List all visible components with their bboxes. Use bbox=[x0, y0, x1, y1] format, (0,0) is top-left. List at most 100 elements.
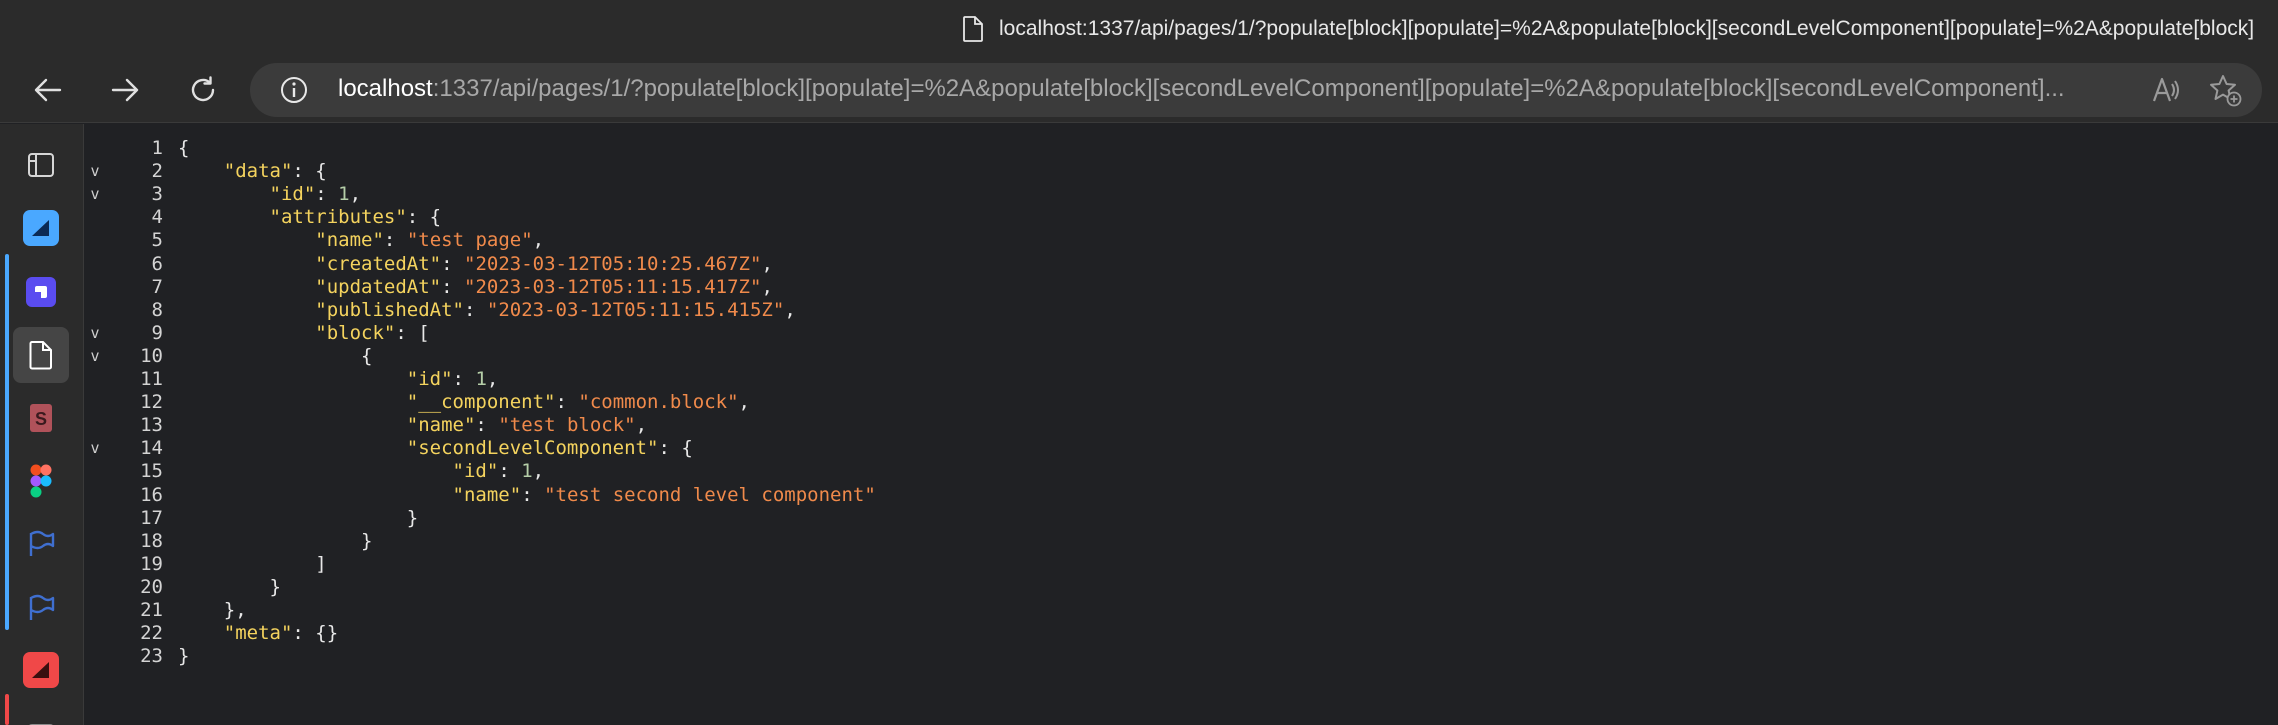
json-punctuation bbox=[178, 391, 407, 413]
line-number: 13 bbox=[140, 414, 163, 437]
json-punctuation bbox=[178, 460, 453, 482]
json-punctuation: , bbox=[532, 229, 545, 252]
json-punctuation bbox=[178, 229, 315, 251]
fold-toggle-icon[interactable]: v bbox=[85, 437, 105, 460]
fold-toggle-icon[interactable]: v bbox=[85, 345, 105, 368]
code-text: }, bbox=[178, 599, 247, 622]
line-number: 1 bbox=[151, 137, 163, 159]
json-punctuation: , bbox=[761, 275, 773, 298]
json-punctuation bbox=[178, 414, 407, 436]
json-key: "secondLevelComponent" bbox=[406, 437, 659, 460]
refresh-button[interactable] bbox=[180, 67, 226, 113]
json-punctuation bbox=[178, 368, 407, 390]
code-line: 20 } bbox=[85, 576, 2185, 599]
fold-toggle-icon[interactable]: v bbox=[85, 183, 105, 206]
fold-toggle-icon[interactable]: v bbox=[85, 160, 105, 183]
code-text: } bbox=[178, 507, 418, 530]
sidebar-tab-7[interactable] bbox=[13, 580, 69, 636]
sidebar-tab-2[interactable] bbox=[13, 264, 69, 320]
sidebar-tab-1[interactable] bbox=[13, 200, 69, 256]
url-text[interactable]: localhost:1337/api/pages/1/?populate[blo… bbox=[338, 75, 2118, 103]
fold-toggle-icon[interactable]: v bbox=[85, 322, 105, 345]
sidebar-tab-6[interactable] bbox=[13, 516, 69, 572]
json-punctuation: , bbox=[635, 414, 648, 437]
forward-button[interactable] bbox=[102, 67, 148, 113]
document-icon bbox=[29, 341, 52, 370]
code-text: "attributes": { bbox=[178, 206, 442, 229]
json-punctuation: : bbox=[521, 483, 545, 506]
sidebar-tab-4[interactable]: S bbox=[13, 390, 69, 446]
app-icon-purple bbox=[26, 277, 56, 307]
code-text: "secondLevelComponent": { bbox=[178, 437, 693, 460]
code-line: 21 }, bbox=[85, 599, 2185, 622]
refresh-icon bbox=[191, 76, 215, 102]
sidebar-tab-active[interactable] bbox=[13, 327, 69, 383]
line-number: 21 bbox=[140, 599, 163, 621]
code-line: v 14 "secondLevelComponent": { bbox=[85, 437, 2185, 460]
title-bar: localhost:1337/api/pages/1/?populate[blo… bbox=[0, 0, 2278, 57]
json-number-value: 1 bbox=[521, 460, 533, 483]
code-text: ] bbox=[178, 553, 326, 576]
code-line: 18 } bbox=[85, 530, 2185, 553]
tab-group-indicator-red bbox=[5, 694, 9, 725]
code-text: "createdAt": "2023-03-12T05:10:25.467Z", bbox=[178, 253, 773, 276]
address-bar[interactable]: localhost:1337/api/pages/1/?populate[blo… bbox=[250, 63, 2262, 117]
json-punctuation: : bbox=[315, 183, 339, 206]
read-aloud-icon[interactable] bbox=[2150, 74, 2182, 106]
json-key: "name" bbox=[315, 229, 384, 252]
line-number: 20 bbox=[140, 575, 163, 598]
json-key: "id" bbox=[406, 368, 453, 390]
line-number: 4 bbox=[151, 206, 163, 229]
line-number: 9 bbox=[151, 321, 163, 344]
add-favorite-icon[interactable] bbox=[2208, 73, 2242, 107]
code-line: 1{ bbox=[85, 137, 2185, 160]
json-punctuation: : bbox=[441, 275, 465, 298]
code-text: "id": 1, bbox=[178, 183, 362, 206]
code-line: 23} bbox=[85, 645, 2185, 668]
code-line: 7 "updatedAt": "2023-03-12T05:11:15.417Z… bbox=[85, 276, 2185, 299]
json-string-value: "2023-03-12T05:10:25.467Z" bbox=[464, 252, 762, 275]
code-line: 4 "attributes": { bbox=[85, 206, 2185, 229]
sidebar-tab-8[interactable] bbox=[13, 642, 69, 698]
json-punctuation bbox=[178, 484, 453, 506]
line-number: 7 bbox=[151, 275, 163, 298]
json-punctuation: : { bbox=[292, 160, 327, 183]
code-line: 22 "meta": {} bbox=[85, 622, 2185, 645]
line-number: 16 bbox=[140, 483, 163, 506]
line-number: 15 bbox=[140, 460, 163, 483]
json-punctuation: : bbox=[452, 368, 476, 390]
code-line: v 10 { bbox=[85, 345, 2185, 368]
json-key: "updatedAt" bbox=[315, 275, 442, 298]
json-punctuation: : bbox=[383, 229, 407, 252]
code-text: "publishedAt": "2023-03-12T05:11:15.415Z… bbox=[178, 298, 795, 322]
line-number: 11 bbox=[140, 368, 163, 390]
json-punctuation bbox=[178, 160, 224, 182]
json-string-value: "test page" bbox=[406, 229, 533, 252]
code-line: v 3 "id": 1, bbox=[85, 183, 2185, 206]
url-host: localhost bbox=[338, 75, 433, 102]
vertical-tab-sidebar: S bbox=[0, 124, 84, 725]
info-icon[interactable] bbox=[280, 76, 308, 104]
back-button[interactable] bbox=[25, 67, 71, 113]
sidebar-tab-9[interactable] bbox=[13, 702, 69, 725]
line-number: 2 bbox=[151, 160, 163, 183]
json-punctuation: : bbox=[498, 460, 522, 483]
sidebar-tab-5[interactable] bbox=[13, 453, 69, 509]
json-punctuation bbox=[178, 622, 224, 644]
json-punctuation: , bbox=[486, 368, 499, 390]
json-punctuation: : bbox=[464, 298, 487, 321]
code-line: v 2 "data": { bbox=[85, 160, 2185, 183]
json-punctuation bbox=[178, 183, 270, 205]
tab-actions-button[interactable] bbox=[13, 137, 69, 193]
json-punctuation: } bbox=[178, 645, 190, 668]
code-line: 15 "id": 1, bbox=[85, 460, 2185, 483]
json-punctuation bbox=[178, 437, 407, 459]
json-punctuation: : {} bbox=[292, 622, 339, 645]
json-key: "createdAt" bbox=[315, 252, 442, 275]
code-text: } bbox=[178, 645, 189, 668]
json-number-value: 1 bbox=[338, 183, 350, 206]
code-text: { bbox=[178, 137, 189, 160]
json-punctuation: , bbox=[761, 252, 773, 275]
json-punctuation: { bbox=[178, 137, 190, 159]
s-app-icon: S bbox=[30, 404, 52, 432]
